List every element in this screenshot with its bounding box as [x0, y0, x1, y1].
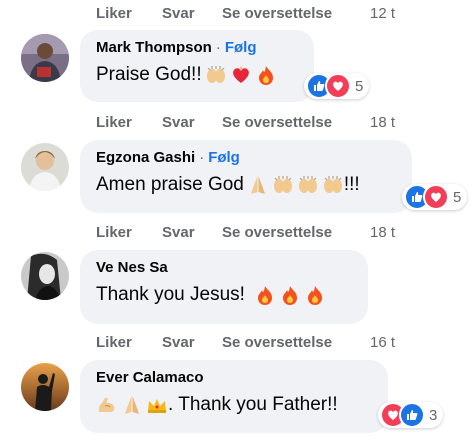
muscle-icon — [96, 394, 118, 416]
see-translation-link[interactable]: Se oversettelse — [222, 114, 370, 131]
timestamp[interactable]: 12 t — [370, 5, 395, 22]
comment-bubble: Ever Calamaco . Thank you Father!! — [80, 360, 388, 433]
crown-icon — [146, 394, 168, 416]
pray-icon — [121, 394, 143, 416]
like-reaction-icon — [399, 402, 425, 428]
like-link[interactable]: Liker — [96, 5, 162, 22]
comment-text: . Thank you Father!! — [168, 394, 338, 415]
comment-bubble: Mark Thompson · Følg Praise God!! — [80, 30, 314, 102]
reaction-count: 5 — [453, 188, 462, 206]
reactions-summary[interactable]: 5 — [304, 73, 370, 99]
separator-dot: · — [199, 149, 205, 166]
see-translation-link[interactable]: Se oversettelse — [222, 5, 370, 22]
reaction-count: 3 — [429, 406, 438, 424]
comment-author[interactable]: Ve Nes Sa — [96, 259, 168, 276]
reactions-summary[interactable]: 5 — [402, 184, 468, 210]
comment-text: Praise God!! — [96, 64, 202, 85]
fire-icon — [279, 284, 301, 306]
comment-actions: Liker Svar Se oversettelse 12 t — [96, 2, 395, 24]
comment-actions: Liker Svar Se oversettelse 18 t — [96, 111, 395, 133]
reply-link[interactable]: Svar — [162, 114, 222, 131]
comment-author[interactable]: Ever Calamaco — [96, 369, 204, 386]
comment-text: Amen praise God — [96, 174, 244, 195]
hands-icon — [322, 174, 344, 196]
heart-icon — [230, 64, 252, 86]
see-translation-link[interactable]: Se oversettelse — [222, 224, 370, 241]
comment-text: Thank you Jesus! — [96, 284, 245, 305]
hands-icon — [297, 174, 319, 196]
like-link[interactable]: Liker — [96, 114, 162, 131]
comment-bubble: Ve Nes Sa Thank you Jesus! — [80, 250, 368, 324]
love-reaction-icon — [423, 184, 449, 210]
comment-text-line: . Thank you Father!! — [96, 394, 338, 416]
reply-link[interactable]: Svar — [162, 224, 222, 241]
comment-text-line: Amen praise God !!! — [96, 174, 360, 196]
follow-link[interactable]: Følg — [208, 149, 240, 166]
avatar[interactable] — [21, 363, 69, 411]
comment-actions: Liker Svar Se oversettelse 18 t — [96, 221, 395, 243]
timestamp[interactable]: 18 t — [370, 114, 395, 131]
fire-icon — [304, 284, 326, 306]
comment-bubble: Egzona Gashi · Følg Amen praise God !!! — [80, 140, 412, 213]
comment-author[interactable]: Egzona Gashi — [96, 149, 195, 166]
love-reaction-icon — [325, 73, 351, 99]
hands-icon — [205, 64, 227, 86]
fire-icon — [254, 284, 276, 306]
follow-link[interactable]: Følg — [225, 39, 257, 56]
pray-icon — [247, 174, 269, 196]
separator-dot: · — [215, 39, 221, 56]
like-link[interactable]: Liker — [96, 224, 162, 241]
timestamp[interactable]: 18 t — [370, 224, 395, 241]
timestamp[interactable]: 16 t — [370, 334, 395, 351]
comment-text-suffix: !!! — [343, 174, 360, 195]
reaction-count: 5 — [355, 77, 364, 95]
comment-text-line: Praise God!! — [96, 64, 277, 86]
fire-icon — [255, 64, 277, 86]
see-translation-link[interactable]: Se oversettelse — [222, 334, 370, 351]
reactions-summary[interactable]: 3 — [378, 402, 444, 428]
comment-text-line: Thank you Jesus! — [96, 284, 326, 306]
avatar[interactable] — [21, 143, 69, 191]
like-link[interactable]: Liker — [96, 334, 162, 351]
avatar[interactable] — [21, 252, 69, 300]
avatar[interactable] — [21, 34, 69, 82]
comment-author[interactable]: Mark Thompson — [96, 39, 212, 56]
reply-link[interactable]: Svar — [162, 334, 222, 351]
hands-icon — [272, 174, 294, 196]
comment-actions: Liker Svar Se oversettelse 16 t — [96, 331, 395, 353]
reply-link[interactable]: Svar — [162, 5, 222, 22]
